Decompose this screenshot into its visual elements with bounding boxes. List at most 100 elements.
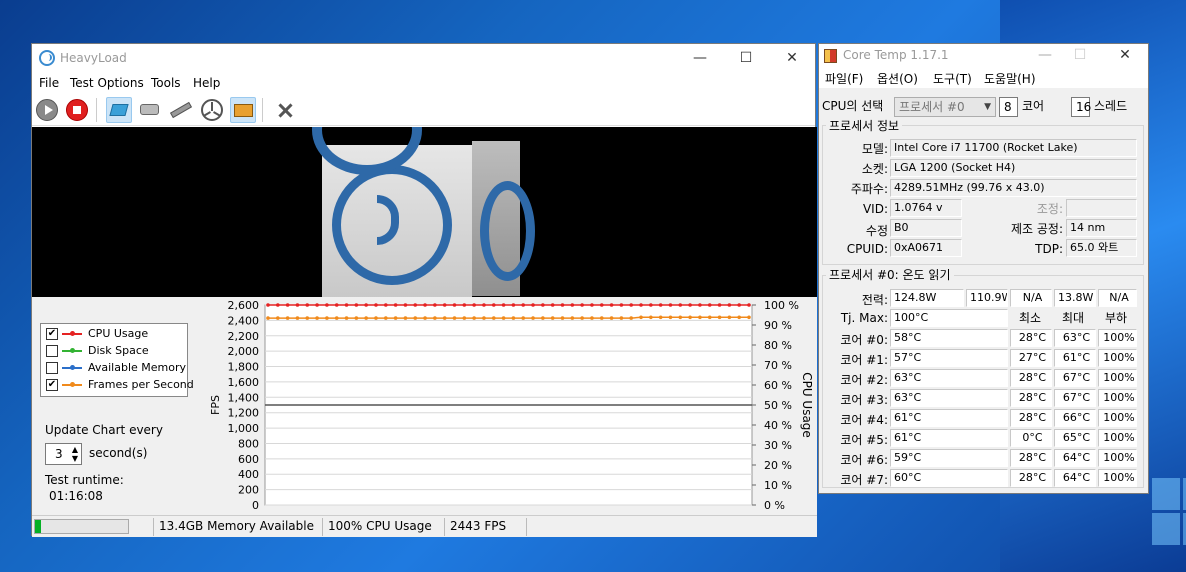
processor-info-title: 프로세서 정보 xyxy=(826,117,903,134)
cpu-select-dropdown[interactable]: 프로세서 #0 ▼ xyxy=(894,97,996,117)
maximize-icon[interactable]: ☐ xyxy=(1068,45,1092,65)
core-min: 28°C xyxy=(1010,409,1052,427)
core-max: 67°C xyxy=(1054,369,1096,387)
3d-render-viewport xyxy=(32,127,817,297)
y-tick-label: 200 xyxy=(238,484,259,497)
core-max: 67°C xyxy=(1054,389,1096,407)
frequency-label: 주파수: xyxy=(850,182,888,196)
y2-tick-label: 70 % xyxy=(764,359,792,372)
maximize-icon[interactable]: ☐ xyxy=(734,48,758,68)
y2-tick-label: 40 % xyxy=(764,419,792,432)
fps-checkbox[interactable]: ✔ xyxy=(46,379,58,391)
legend-disk-space[interactable]: Disk Space xyxy=(46,343,186,359)
data-point xyxy=(462,303,467,307)
close-icon[interactable]: ✕ xyxy=(1113,45,1137,65)
disk-space-checkbox[interactable] xyxy=(46,345,58,357)
data-point xyxy=(649,303,653,307)
data-point xyxy=(344,303,349,307)
status-cpu: 100% CPU Usage xyxy=(328,519,432,533)
data-point xyxy=(619,316,624,320)
legend-available-memory[interactable]: Available Memory xyxy=(46,360,186,376)
data-point xyxy=(403,303,408,307)
stop-button[interactable] xyxy=(64,97,90,123)
gpu-test-button[interactable] xyxy=(230,97,256,123)
data-point xyxy=(452,303,457,307)
data-point xyxy=(285,316,290,320)
data-point xyxy=(393,316,398,320)
core-temp: 58°C xyxy=(890,329,1008,347)
menu-test-options[interactable]: Test Options xyxy=(70,76,144,90)
menu-options[interactable]: 옵션(O) xyxy=(877,70,918,87)
core-temp: 59°C xyxy=(890,449,1008,467)
data-point xyxy=(334,303,339,307)
heavyload-titlebar[interactable]: HeavyLoad — ☐ ✕ xyxy=(32,44,815,73)
data-point xyxy=(590,303,594,307)
power-label: 전력: xyxy=(861,293,888,307)
memory-test-button[interactable] xyxy=(168,97,194,123)
core-temp: 63°C xyxy=(890,389,1008,407)
ram-icon xyxy=(169,101,193,119)
tjmax-label: Tj. Max: xyxy=(840,311,888,325)
data-point xyxy=(315,316,319,320)
data-point xyxy=(639,315,643,320)
y-tick-label: 400 xyxy=(238,468,259,481)
data-point xyxy=(521,316,526,320)
data-point xyxy=(737,303,741,307)
update-interval-spinner[interactable]: 3 ▲ ▼ xyxy=(45,443,82,465)
menu-tools[interactable]: 도구(T) xyxy=(933,70,972,87)
data-point xyxy=(266,303,270,307)
status-fps: 2443 FPS xyxy=(450,519,507,533)
window-title: Core Temp 1.17.1 xyxy=(843,48,949,62)
data-point xyxy=(325,316,329,320)
minimize-icon[interactable]: — xyxy=(1033,45,1057,65)
data-point xyxy=(727,303,732,307)
start-button[interactable] xyxy=(34,97,60,123)
menu-tools[interactable]: Tools xyxy=(151,76,181,90)
disk-test-button[interactable] xyxy=(137,97,163,123)
spinner-arrows-icon[interactable]: ▲ ▼ xyxy=(72,445,78,463)
tdp-value: 65.0 와트 xyxy=(1066,239,1137,257)
data-point xyxy=(472,316,476,320)
available-memory-checkbox[interactable] xyxy=(46,362,58,374)
core-load: 100% xyxy=(1098,349,1137,367)
close-icon[interactable]: ✕ xyxy=(780,48,804,68)
core-label: 코어 #6: xyxy=(840,453,888,467)
menu-file[interactable]: File xyxy=(39,76,59,90)
data-point xyxy=(315,303,319,307)
data-point xyxy=(649,315,653,320)
data-point xyxy=(599,316,604,320)
core-max: 64°C xyxy=(1054,449,1096,467)
data-point xyxy=(580,316,584,320)
y2-tick-label: 100 % xyxy=(764,299,799,312)
mercedes-test-button[interactable] xyxy=(199,97,225,123)
settings-button[interactable] xyxy=(272,97,298,123)
legend-fps[interactable]: ✔ Frames per Second xyxy=(46,377,194,393)
cpu-test-button[interactable] xyxy=(106,97,132,123)
core-max: 65°C xyxy=(1054,429,1096,447)
star-icon xyxy=(201,99,223,121)
cores-label: 코어 xyxy=(1022,99,1045,113)
runtime-value: 01:16:08 xyxy=(49,489,103,503)
menu-help[interactable]: 도움말(H) xyxy=(984,70,1036,87)
data-point xyxy=(541,303,545,307)
coretemp-titlebar[interactable]: Core Temp 1.17.1 — ☐ ✕ xyxy=(819,44,1148,68)
data-point xyxy=(383,316,388,320)
socket-label: 소켓: xyxy=(861,162,888,176)
core-temp: 57°C xyxy=(890,349,1008,367)
data-point xyxy=(609,303,614,307)
menu-help[interactable]: Help xyxy=(193,76,220,90)
tdp-label: TDP: xyxy=(1035,242,1063,256)
menu-file[interactable]: 파일(F) xyxy=(825,70,863,87)
data-point xyxy=(511,303,516,307)
minimize-icon[interactable]: — xyxy=(688,48,712,68)
data-point xyxy=(491,303,496,307)
cpu-icon xyxy=(109,104,129,116)
model-label: 모델: xyxy=(861,142,888,156)
legend-cpu-usage[interactable]: ✔ CPU Usage xyxy=(46,326,186,342)
data-point xyxy=(305,303,310,307)
cpu-usage-checkbox[interactable]: ✔ xyxy=(46,328,58,340)
data-point xyxy=(482,316,486,320)
socket-value: LGA 1200 (Socket H4) xyxy=(890,159,1137,177)
lithography-value: 14 nm xyxy=(1066,219,1137,237)
y-tick-label: 1,800 xyxy=(228,361,260,374)
